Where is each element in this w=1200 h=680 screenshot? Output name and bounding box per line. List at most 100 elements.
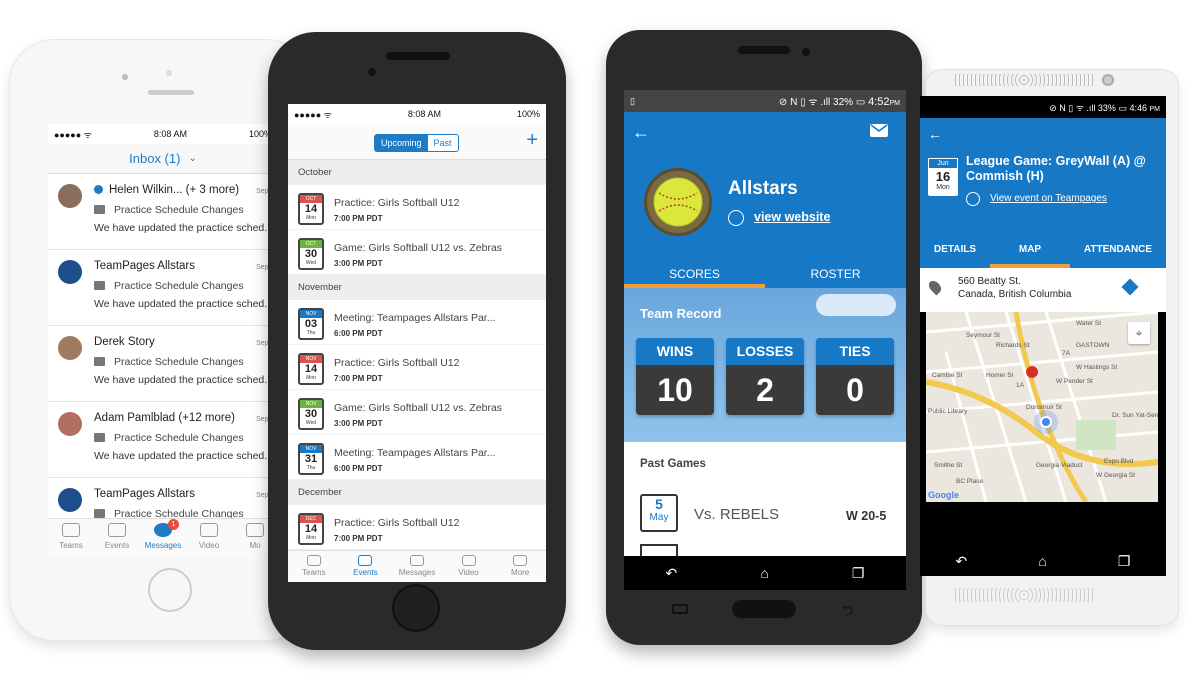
tab-teams[interactable]: Teams — [288, 551, 340, 582]
tab-scores[interactable]: SCORES — [624, 260, 765, 288]
cal-weekday: Wed — [305, 420, 317, 426]
back-icon[interactable]: ↶ — [666, 565, 678, 582]
message-row[interactable]: Derek Story Practice Schedule Changes We h… — [48, 326, 278, 402]
status-time: 4:52 — [868, 96, 890, 108]
tab-messages[interactable]: Messages — [391, 551, 443, 582]
more-icon — [246, 523, 264, 537]
home-button[interactable] — [732, 600, 796, 618]
home-icon[interactable]: ⌂ — [1038, 553, 1046, 569]
home-icon[interactable]: ⌂ — [760, 565, 768, 581]
directions-icon[interactable] — [1121, 278, 1139, 296]
status-time: 4:46 — [1129, 102, 1147, 113]
android-nav-bar: ↶ ⌂ ❐ — [920, 546, 1166, 576]
back-icon[interactable]: ↶ — [956, 553, 968, 570]
cal-weekday: Mon — [306, 535, 316, 541]
map-label: Public Library — [928, 408, 968, 415]
mail-icon[interactable] — [870, 124, 888, 137]
message-sender: TeamPages Allstars — [94, 488, 195, 500]
cal-day: 30 — [304, 408, 318, 420]
calendar-icon: NOV 14 Mon — [298, 353, 324, 385]
message-preview: We have updated the practice sched... — [94, 298, 274, 310]
event-row[interactable]: DEC 14 Mon Practice: Girls Softball U12 7:00… — [288, 505, 546, 550]
view-event-link[interactable]: View event on Teampages — [990, 193, 1107, 204]
losses-card: LOSSES 2 — [726, 338, 804, 415]
event-row[interactable]: NOV 31 Thu Meeting: Teampages Allstars Par.… — [288, 435, 546, 480]
tab-video[interactable]: Video — [443, 551, 495, 582]
tab-map[interactable]: MAP — [990, 236, 1070, 268]
my-location-icon[interactable]: ⌖ — [1128, 322, 1150, 344]
tab-events[interactable]: Events — [340, 551, 392, 582]
speaker-grille — [148, 90, 194, 95]
map-label: Georgia Viaduct — [1036, 462, 1083, 469]
tab-teams[interactable]: Teams — [48, 519, 94, 558]
event-list: October OCT 14 Mon Practice: Girls Softball … — [288, 160, 546, 550]
event-row[interactable]: OCT 30 Wed Game: Girls Softball U12 vs. Zeb… — [288, 230, 546, 275]
bottom-tab-bar: Teams Events Messages 1 Video Mo — [48, 518, 278, 558]
tab-events[interactable]: Events — [94, 519, 140, 558]
status-right: ⊘ N ▯ ᯤ .ıll 32% ▭ 4:52PM — [778, 96, 900, 108]
avatar — [58, 488, 82, 512]
tab-messages[interactable]: Messages 1 — [140, 519, 186, 558]
map-label: Dr. Sun Yat-Sen Classical — [1112, 412, 1158, 419]
recent-apps-icon[interactable]: ❐ — [1118, 553, 1131, 570]
message-row[interactable]: TeamPages Allstars Practice Schedule Chan… — [48, 250, 278, 326]
sender-name: Helen Wilkin... (+ 3 more) — [109, 184, 240, 196]
inbox-header[interactable]: Inbox (1) ⌄ — [48, 144, 278, 174]
team-name: Allstars — [728, 178, 798, 199]
cal-weekday: Thu — [306, 465, 316, 471]
recent-apps-hw-icon[interactable] — [672, 604, 688, 614]
event-row[interactable]: OCT 14 Mon Practice: Girls Softball U12 7:00… — [288, 185, 546, 230]
cal-month: NOV — [300, 400, 322, 408]
avatar — [58, 184, 82, 208]
chat-icon — [94, 433, 105, 442]
notification-icon: ▯ — [630, 95, 635, 106]
calendar-icon: DEC 14 Mon — [298, 513, 324, 545]
message-row[interactable]: Adam Pamlblad (+12 more) Practice Schedul… — [48, 402, 278, 478]
home-button[interactable] — [392, 584, 440, 632]
add-event-button[interactable]: + — [526, 130, 538, 150]
calendar-icon: OCT 14 Mon — [298, 193, 324, 225]
event-month: Jun — [928, 158, 958, 169]
inbox-screen: ●●●●● ᯤ 8:08 AM 100% Inbox (1) ⌄ Helen W… — [48, 124, 278, 558]
event-row[interactable]: NOV 03 Thu Meeting: Teampages Allstars Par.… — [288, 300, 546, 345]
past-tab[interactable]: Past — [427, 135, 458, 151]
tab-more[interactable]: More — [494, 551, 546, 582]
home-button[interactable] — [148, 568, 192, 612]
game-opponent[interactable]: Vs. REBELS — [694, 506, 779, 523]
address-row[interactable]: 560 Beatty St. Canada, British Columbia — [920, 268, 1166, 312]
event-title: Meeting: Teampages Allstars Par... — [334, 447, 496, 459]
back-hw-icon[interactable]: ⮌ — [842, 600, 853, 624]
recent-apps-icon[interactable]: ❐ — [852, 565, 865, 582]
upcoming-tab[interactable]: Upcoming — [375, 135, 428, 151]
map-label: Google — [928, 490, 959, 500]
event-row[interactable]: NOV 30 Wed Game: Girls Softball U12 vs. Zeb… — [288, 390, 546, 435]
tab-label: Video — [198, 541, 220, 550]
calendar-icon: NOV 31 Thu — [298, 443, 324, 475]
tab-video[interactable]: Video — [186, 519, 232, 558]
tab-attendance[interactable]: ATTENDANCE — [1070, 236, 1166, 268]
tab-details[interactable]: DETAILS — [920, 236, 990, 268]
event-time: 3:00 PM PDT — [334, 259, 383, 268]
address-line-1: 560 Beatty St. — [958, 276, 1021, 287]
sender-name: Derek Story — [94, 336, 155, 348]
event-row[interactable]: NOV 14 Mon Practice: Girls Softball U12 7:00… — [288, 345, 546, 390]
event-title: Meeting: Teampages Allstars Par... — [334, 312, 496, 324]
chat-icon — [94, 205, 105, 214]
event-time: 7:00 PM PDT — [334, 534, 383, 543]
status-bar: ●●●●● ᯤ 8:08 AM 100% — [48, 124, 278, 144]
cal-month: OCT — [300, 240, 322, 248]
cal-day: 30 — [304, 248, 318, 260]
game-month: May — [649, 512, 669, 523]
view-website-link[interactable]: view website — [754, 210, 830, 224]
message-row[interactable]: Helen Wilkin... (+ 3 more) Practice Sched… — [48, 174, 278, 250]
tab-roster[interactable]: ROSTER — [765, 260, 906, 288]
map-label: W Georgia St — [1096, 472, 1136, 479]
back-arrow-icon[interactable]: ← — [632, 122, 650, 143]
event-weekday: Mon — [936, 184, 950, 191]
tab-label: Video — [458, 568, 479, 577]
map-view[interactable]: Water St GASTOWN W Hastings St W Pender St D… — [926, 312, 1158, 502]
back-arrow-icon[interactable]: ← — [928, 126, 942, 142]
status-bar: ⊘ N ▯ ᯤ .ıll 33% ▭ 4:46 PM — [920, 96, 1166, 118]
ties-card: TIES 0 — [816, 338, 894, 415]
allstars-screen: ▯ ⊘ N ▯ ᯤ .ıll 32% ▭ 4:52PM ← Allstars v… — [624, 90, 906, 590]
